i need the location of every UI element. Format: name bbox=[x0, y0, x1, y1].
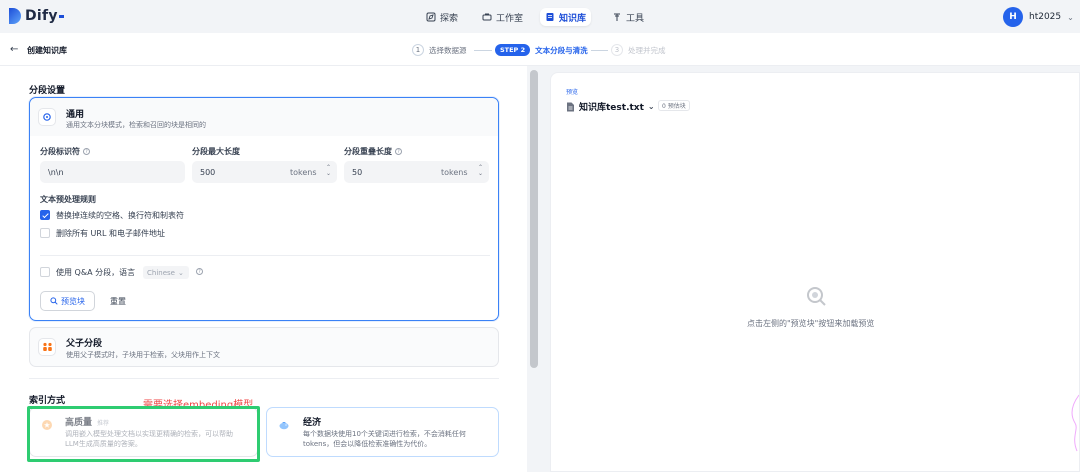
step-2-label: 文本分段与清洗 bbox=[535, 45, 588, 55]
replace-whitespace-checkbox[interactable] bbox=[40, 210, 50, 220]
section-title-segment: 分段设置 bbox=[29, 86, 66, 96]
help-icon[interactable]: ? bbox=[83, 148, 90, 155]
dify-logo-mark bbox=[9, 8, 21, 24]
reset-button[interactable]: 重置 bbox=[100, 291, 136, 311]
nav-tools-label: 工具 bbox=[626, 13, 645, 24]
qa-segment-checkbox[interactable] bbox=[40, 267, 50, 277]
economy-desc-2: tokens，但会以降低检索准确性为代价。 bbox=[303, 440, 432, 448]
file-name: 知识库test.txt bbox=[579, 103, 644, 113]
chevron-down-icon: ⌄ bbox=[647, 102, 655, 111]
preview-label: 预览 bbox=[566, 89, 579, 96]
step-1-number: 1 bbox=[412, 44, 424, 56]
general-card-header bbox=[30, 98, 498, 136]
step-1-label: 选择数据源 bbox=[429, 45, 467, 55]
nav-studio[interactable]: 工作室 bbox=[477, 8, 528, 26]
max-length-unit: tokens bbox=[290, 168, 317, 177]
wizard-header: ← 创建知识库 1 选择数据源 STEP 2 文本分段与清洗 3 处理并完成 bbox=[0, 33, 1080, 66]
nav-knowledge[interactable]: 知识库 bbox=[540, 8, 592, 26]
dify-logo[interactable]: Dify bbox=[9, 8, 64, 24]
qa-language-select[interactable]: Chinese ⌄ bbox=[143, 266, 189, 279]
highlight-box bbox=[27, 406, 260, 462]
search-icon bbox=[50, 297, 58, 305]
remove-urls-label: 删除所有 URL 和电子邮件地址 bbox=[56, 229, 165, 238]
knowledge-icon bbox=[546, 13, 554, 21]
parent-child-title: 父子分段 bbox=[66, 339, 103, 349]
user-name: ht2025 bbox=[1029, 12, 1062, 22]
chevron-down-icon: ⌄ bbox=[177, 268, 184, 277]
economy-desc-1: 每个数据块使用10个关键词进行检索，不会消耗任何 bbox=[303, 430, 466, 438]
nav-tools[interactable]: 工具 bbox=[607, 8, 649, 26]
preview-chunks-button[interactable]: 预览块 bbox=[40, 291, 95, 311]
help-icon[interactable]: ? bbox=[395, 148, 402, 155]
economy-index-card[interactable]: 经济 每个数据块使用10个关键词进行检索，不会消耗任何 tokens，但会以降低… bbox=[266, 407, 499, 457]
nav-explore[interactable]: 探索 bbox=[421, 8, 463, 26]
separator-input[interactable]: \n\n bbox=[40, 161, 185, 183]
step-1: 1 选择数据源 bbox=[412, 44, 467, 56]
parent-child-desc: 使用父子模式时，子块用于检索，父块用作上下文 bbox=[66, 351, 220, 359]
parent-child-icon bbox=[42, 342, 52, 351]
nav-studio-label: 工作室 bbox=[496, 13, 524, 24]
file-icon bbox=[567, 102, 574, 111]
step-connector bbox=[591, 50, 608, 51]
back-arrow-icon[interactable]: ← bbox=[10, 44, 18, 55]
parent-child-icon-box bbox=[38, 338, 56, 356]
general-mode-card[interactable]: 通用 通用文本分块模式，检索和召回的块是相同的 分段标识符? \n\n 分段最大… bbox=[29, 97, 499, 321]
economy-icon-box bbox=[275, 416, 293, 434]
preview-panel: 预览 知识库test.txt ⌄ 0 预估块 点击左侧的"预览块"按钮来加载预览 bbox=[550, 72, 1080, 472]
remove-urls-checkbox[interactable] bbox=[40, 228, 50, 238]
overlap-unit: tokens bbox=[441, 168, 468, 177]
general-mode-desc: 通用文本分块模式，检索和召回的块是相同的 bbox=[66, 121, 206, 129]
qa-segment-label: 使用 Q&A 分段，语言 bbox=[56, 268, 136, 277]
overlap-stepper[interactable]: ⌃ ⌄ bbox=[478, 165, 483, 177]
overlap-label: 分段重叠长度? bbox=[344, 146, 402, 157]
empty-preview-text: 点击左侧的"预览块"按钮来加载预览 bbox=[747, 319, 875, 328]
chunk-count-badge: 0 预估块 bbox=[658, 100, 690, 111]
separator-label: 分段标识符? bbox=[40, 146, 90, 157]
parent-child-mode-card[interactable]: 父子分段 使用父子模式时，子块用于检索，父块用作上下文 bbox=[29, 327, 499, 367]
scrollbar-thumb[interactable] bbox=[530, 70, 538, 368]
step-2-badge: STEP 2 bbox=[495, 44, 531, 56]
piggy-bank-icon bbox=[279, 422, 289, 430]
nav-explore-label: 探索 bbox=[440, 13, 459, 24]
qa-language-value: Chinese bbox=[147, 268, 175, 277]
divider bbox=[29, 378, 499, 379]
step-2: STEP 2 文本分段与清洗 bbox=[495, 44, 588, 56]
overlap-label-text: 分段重叠长度 bbox=[344, 147, 392, 156]
chevron-down-icon: ⌄ bbox=[1067, 12, 1074, 22]
avatar: H bbox=[1003, 7, 1023, 27]
magnify-empty-icon bbox=[807, 287, 826, 306]
general-mode-icon-box bbox=[38, 108, 56, 126]
help-icon[interactable]: ? bbox=[196, 268, 203, 275]
decorative-graphic bbox=[1071, 394, 1079, 452]
preview-chunks-label: 预览块 bbox=[61, 296, 85, 306]
replace-whitespace-label: 替换掉连续的空格、换行符和制表符 bbox=[56, 211, 184, 220]
max-length-label: 分段最大长度 bbox=[192, 147, 240, 156]
studio-icon bbox=[482, 13, 492, 21]
brand-underscore bbox=[58, 14, 64, 18]
section-title-index: 索引方式 bbox=[29, 396, 66, 406]
segment-settings-panel: 分段设置 通用 通用文本分块模式，检索和召回的块是相同的 分段标识符? \n\n… bbox=[0, 66, 527, 472]
step-3-label: 处理并完成 bbox=[628, 45, 666, 55]
gear-icon bbox=[43, 113, 51, 121]
step-3: 3 处理并完成 bbox=[611, 44, 666, 56]
nav-knowledge-label: 知识库 bbox=[559, 13, 587, 24]
general-mode-title: 通用 bbox=[66, 110, 85, 120]
tools-icon bbox=[614, 13, 620, 21]
divider bbox=[40, 255, 490, 256]
explore-icon bbox=[426, 12, 436, 22]
brand-name: Dify bbox=[25, 8, 58, 24]
preprocess-rules-title: 文本预处理规则 bbox=[40, 195, 96, 204]
top-navigation-bar: Dify 探索 工作室 知识库 工具 H ht2025 ⌄ bbox=[0, 0, 1080, 33]
economy-title: 经济 bbox=[303, 418, 322, 428]
separator-label-text: 分段标识符 bbox=[40, 147, 80, 156]
page-title: 创建知识库 bbox=[27, 46, 67, 55]
user-menu[interactable]: H ht2025 ⌄ bbox=[1003, 7, 1074, 27]
file-selector[interactable]: 知识库test.txt ⌄ bbox=[566, 100, 655, 113]
max-length-stepper[interactable]: ⌃ ⌄ bbox=[326, 165, 331, 177]
step-connector bbox=[474, 50, 492, 51]
step-3-number: 3 bbox=[611, 44, 623, 56]
